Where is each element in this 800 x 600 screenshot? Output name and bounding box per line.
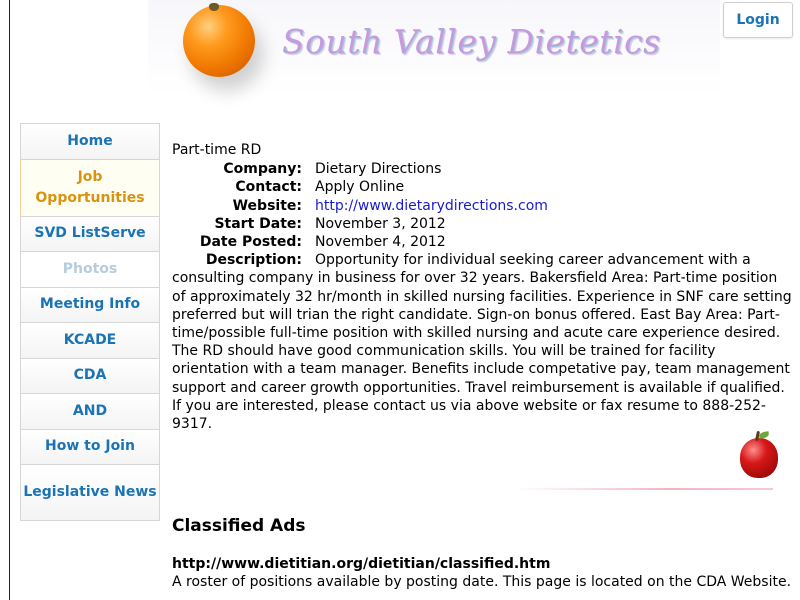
nav-item-and[interactable]: AND bbox=[20, 393, 160, 429]
nav-item-cda[interactable]: CDA bbox=[20, 357, 160, 393]
contact-value: Apply Online bbox=[315, 179, 405, 196]
nav-item-legislative-news[interactable]: Legislative News bbox=[20, 464, 160, 521]
company-label: Company: bbox=[223, 161, 302, 178]
job-fields: Company: Dietary Directions Contact: App… bbox=[172, 160, 548, 251]
apple-leaf-icon bbox=[758, 431, 770, 439]
divider-line bbox=[515, 488, 773, 490]
apple-icon bbox=[740, 438, 778, 478]
page-border bbox=[9, 0, 10, 600]
apple-divider bbox=[515, 430, 778, 494]
login-button[interactable]: Login bbox=[723, 2, 793, 38]
nav-item-how-to-join[interactable]: How to Join bbox=[20, 428, 160, 464]
nav-item-job-opportunities[interactable]: Job Opportunities bbox=[20, 158, 160, 216]
nav-item-kcade[interactable]: KCADE bbox=[20, 322, 160, 358]
nav-item-home[interactable]: Home bbox=[20, 123, 160, 159]
date-posted-label: Date Posted: bbox=[199, 234, 302, 251]
classified-description: A roster of positions available by posti… bbox=[172, 574, 792, 590]
nav-item-svd-listserve[interactable]: SVD ListServe bbox=[20, 215, 160, 251]
nav-item-meeting-info[interactable]: Meeting Info bbox=[20, 286, 160, 322]
job-listing: Part-time RD Company: Dietary Directions… bbox=[172, 141, 792, 433]
job-title: Part-time RD bbox=[172, 142, 262, 158]
site-title: South Valley Dietetics bbox=[282, 22, 661, 61]
job-description: Description: Opportunity for individual s… bbox=[172, 251, 792, 433]
contact-label: Contact: bbox=[235, 179, 302, 196]
start-date-value: November 3, 2012 bbox=[315, 215, 446, 232]
orange-logo-icon bbox=[183, 5, 255, 77]
sidebar-nav: Home Job Opportunities SVD ListServe Pho… bbox=[20, 123, 160, 521]
description-text: Opportunity for individual seeking caree… bbox=[172, 252, 792, 433]
start-date-label: Start Date: bbox=[214, 215, 302, 232]
date-posted-value: November 4, 2012 bbox=[315, 234, 446, 251]
website-label: Website: bbox=[232, 197, 302, 214]
orange-stem-icon bbox=[209, 3, 219, 11]
website-link[interactable]: http://www.dietarydirections.com bbox=[315, 198, 548, 214]
classified-ads-heading: Classified Ads bbox=[172, 516, 306, 536]
classified-url-link[interactable]: http://www.dietitian.org/dietitian/class… bbox=[172, 556, 550, 572]
description-label: Description: bbox=[205, 252, 302, 269]
company-value: Dietary Directions bbox=[315, 161, 442, 178]
nav-item-photos: Photos bbox=[20, 251, 160, 287]
